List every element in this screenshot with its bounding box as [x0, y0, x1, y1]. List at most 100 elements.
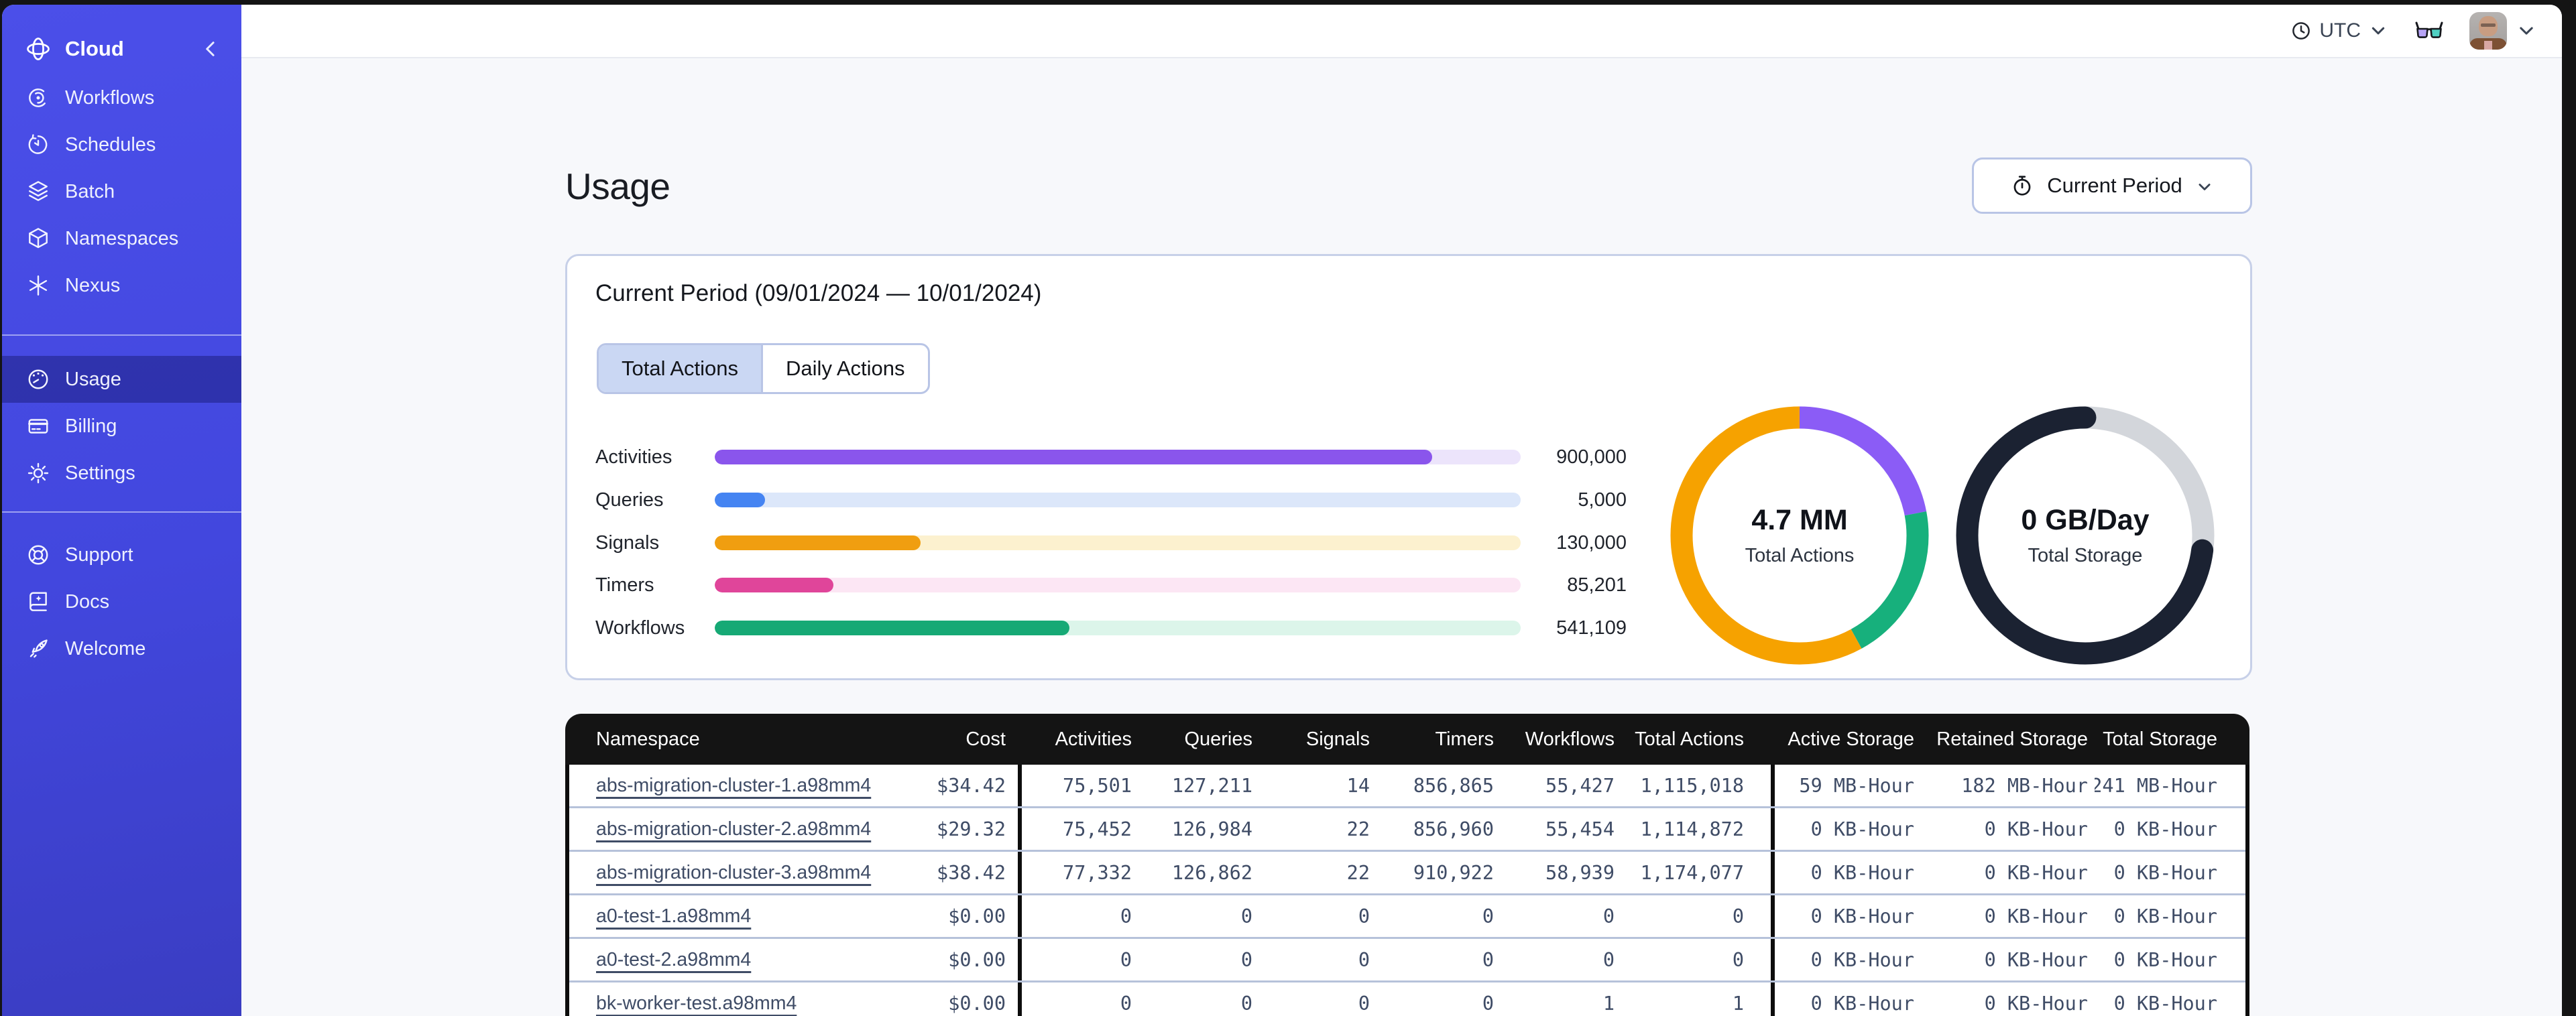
bar-row-signals: Signals 130,000 — [595, 521, 1627, 564]
sidebar-item-label: Batch — [65, 180, 115, 202]
tab-total-actions[interactable]: Total Actions — [599, 345, 762, 392]
sidebar-divider — [2, 511, 241, 513]
sidebar-item-namespaces[interactable]: Namespaces — [2, 215, 241, 262]
sidebar-item-billing[interactable]: Billing — [2, 403, 241, 450]
bar-fill — [715, 535, 921, 550]
column-header-total_actions: Total Actions — [1635, 728, 1744, 750]
table-row: a0-test-2.a98mm4 $0.00 0 0 0 0 0 0 0 KB-Hour 0 KB… — [569, 939, 2245, 982]
bar-row-workflows: Workflows 541,109 — [595, 607, 1627, 649]
cell-active_storage: 0 KB-Hour — [1771, 808, 1920, 850]
sidebar-item-workflows[interactable]: Workflows — [2, 74, 241, 121]
topbar: UTC — [241, 5, 2562, 58]
cell-retained_storage: 0 KB-Hour — [1984, 905, 2088, 928]
sidebar-item-label: Docs — [65, 590, 110, 613]
namespace-usage-table: Namespace Cost Activities Queries Signals Tim… — [565, 714, 2249, 1016]
chevron-down-icon — [2196, 177, 2213, 194]
bar-track — [715, 450, 1521, 464]
current-period-card: Current Period (09/01/2024 — 10/01/2024)… — [565, 254, 2252, 680]
sidebar-item-usage[interactable]: Usage — [2, 356, 241, 403]
namespace-link[interactable]: abs-migration-cluster-3.a98mm4 — [596, 862, 871, 884]
cell-retained_storage: 0 KB-Hour — [1984, 992, 2088, 1015]
column-header-workflows: Workflows — [1525, 728, 1615, 750]
period-select-button[interactable]: Current Period — [1972, 157, 2252, 214]
cell-total_actions: 1,114,872 — [1640, 818, 1744, 840]
cell-timers: 0 — [1482, 905, 1494, 928]
timezone-select[interactable]: UTC — [2291, 19, 2388, 42]
sidebar-collapse-icon[interactable] — [201, 39, 221, 59]
column-header-namespace: Namespace — [596, 728, 700, 750]
cell-timers: 910,922 — [1413, 861, 1494, 884]
sidebar-divider — [2, 334, 241, 336]
donut-label: Total Actions — [1745, 545, 1855, 566]
temporal-logo-icon — [25, 36, 52, 62]
billing-icon — [26, 414, 50, 438]
bar-row-timers: Timers 85,201 — [595, 564, 1627, 607]
cell-timers: 856,960 — [1413, 818, 1494, 840]
bar-fill — [715, 578, 833, 592]
docs-icon — [26, 590, 50, 614]
column-header-cost: Cost — [965, 728, 1006, 750]
donut-center: 4.7 MM Total Actions — [1665, 401, 1934, 670]
bar-value: 130,000 — [1556, 531, 1627, 554]
user-menu-chevron-icon[interactable] — [2516, 21, 2536, 41]
column-header-queries: Queries — [1184, 728, 1252, 750]
cell-signals: 22 — [1346, 861, 1370, 884]
usage-icon — [26, 367, 50, 391]
cell-total_actions: 0 — [1732, 905, 1744, 928]
cell-workflows: 1 — [1602, 992, 1615, 1015]
namespace-link[interactable]: abs-migration-cluster-2.a98mm4 — [596, 818, 871, 840]
cell-queries: 0 — [1240, 905, 1252, 928]
cell-timers: 0 — [1482, 948, 1494, 971]
bar-fill — [715, 450, 1432, 464]
sidebar-item-support[interactable]: Support — [2, 531, 241, 578]
cell-workflows: 58,939 — [1545, 861, 1615, 884]
sidebar-item-docs[interactable]: Docs — [2, 578, 241, 625]
namespace-link[interactable]: a0-test-2.a98mm4 — [596, 949, 751, 971]
bar-fill — [715, 621, 1069, 635]
donut-label: Total Storage — [2028, 545, 2143, 566]
avatar[interactable] — [2469, 12, 2507, 50]
cell-signals: 0 — [1358, 948, 1370, 971]
nexus-icon — [26, 273, 50, 298]
sidebar-item-welcome[interactable]: Welcome — [2, 625, 241, 672]
bar-track — [715, 621, 1521, 635]
namespace-link[interactable]: bk-worker-test.a98mm4 — [596, 993, 797, 1015]
cell-workflows: 0 — [1602, 905, 1615, 928]
sidebar-item-batch[interactable]: Batch — [2, 168, 241, 215]
card-title: Current Period (09/01/2024 — 10/01/2024) — [595, 280, 1042, 306]
clock-icon — [2291, 21, 2311, 41]
sidebar-item-nexus[interactable]: Nexus — [2, 262, 241, 309]
cell-retained_storage: 0 KB-Hour — [1984, 818, 2088, 840]
cell-total_actions: 1 — [1732, 992, 1744, 1015]
sidebar-item-schedules[interactable]: Schedules — [2, 121, 241, 168]
cell-active_storage: 0 KB-Hour — [1771, 939, 1920, 980]
settings-icon — [26, 461, 50, 485]
cell-namespace: a0-test-1.a98mm4 — [569, 895, 900, 937]
tab-daily-actions[interactable]: Daily Actions — [761, 345, 927, 392]
cell-timers: 0 — [1482, 992, 1494, 1015]
cell-total_storage: 0 KB-Hour — [2113, 818, 2217, 840]
bar-label: Timers — [595, 574, 654, 596]
table-body: abs-migration-cluster-1.a98mm4 $34.42 75,5… — [565, 765, 2249, 1016]
glasses-icon[interactable] — [2414, 20, 2444, 42]
sidebar-item-label: Usage — [65, 368, 121, 390]
cell-total_storage: 241 MB-Hour — [2095, 774, 2217, 797]
stopwatch-icon — [2011, 174, 2034, 197]
cell-workflows: 55,427 — [1545, 774, 1615, 797]
bar-track — [715, 535, 1521, 550]
cell-queries: 126,984 — [1171, 818, 1252, 840]
cell-queries: 0 — [1240, 948, 1252, 971]
cell-activities: 0 — [1018, 939, 1138, 980]
table-row: abs-migration-cluster-3.a98mm4 $38.42 77,3… — [569, 852, 2245, 895]
sidebar-item-settings[interactable]: Settings — [2, 450, 241, 497]
cell-total_storage: 0 KB-Hour — [2113, 992, 2217, 1015]
namespace-link[interactable]: a0-test-1.a98mm4 — [596, 905, 751, 928]
avatar-shirt — [2484, 41, 2492, 50]
main-content: Usage Current Period Current Period (09/… — [241, 60, 2562, 1016]
namespace-link[interactable]: abs-migration-cluster-1.a98mm4 — [596, 775, 871, 797]
cell-retained_storage: 0 KB-Hour — [1984, 948, 2088, 971]
bar-value: 5,000 — [1578, 489, 1627, 511]
cell-cost: $29.32 — [937, 818, 1006, 840]
column-header-active_storage: Active Storage — [1788, 728, 1914, 750]
cell-retained_storage: 0 KB-Hour — [1984, 861, 2088, 884]
